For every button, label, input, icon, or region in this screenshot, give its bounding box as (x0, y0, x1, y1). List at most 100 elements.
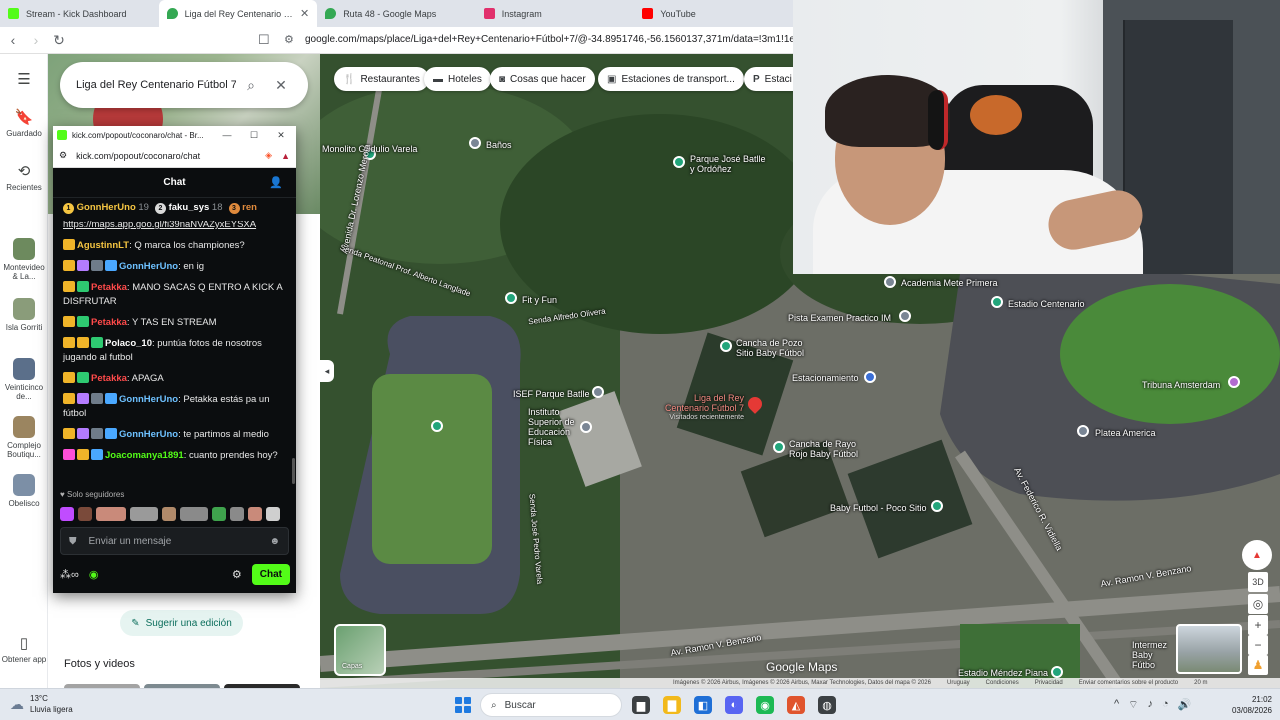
task-view-icon[interactable]: ▆ (632, 696, 650, 714)
poi-pin[interactable] (431, 420, 443, 432)
minimize-icon[interactable]: — (216, 130, 238, 140)
layers-button[interactable]: Capas (334, 624, 386, 676)
windows-start-icon[interactable] (455, 697, 471, 713)
chat-message[interactable]: Polaco_10: puntúa fotos de nosotros juga… (53, 334, 296, 369)
poi-pin[interactable] (899, 310, 911, 322)
emote-icon[interactable] (96, 507, 126, 521)
poi-label-parque[interactable]: Parque José Batlle y Ordóñez (690, 154, 770, 174)
rail-item-saved[interactable]: 🔖 Guardado (0, 108, 48, 138)
collapse-panel-button[interactable]: ◂ (320, 360, 334, 382)
tab-instagram[interactable]: Instagram (476, 0, 635, 27)
street-view-preview[interactable] (1176, 624, 1242, 674)
poi-label-cancha-rayo[interactable]: Cancha de Rayo Rojo Baby Fútbol (789, 439, 864, 459)
terms-link[interactable]: Condiciones (986, 680, 1019, 686)
chip-things-to-do[interactable]: ◙ Cosas que hacer (490, 67, 595, 91)
leaderboard-entry[interactable]: 3 ren (228, 202, 257, 214)
emote-icon[interactable] (60, 507, 74, 521)
poi-pin[interactable] (592, 386, 604, 398)
rail-item-recent-place[interactable]: Veinticinco de... (0, 358, 48, 401)
network-icon[interactable]: ⌔ (1128, 698, 1138, 712)
poi-pin[interactable] (1077, 425, 1089, 437)
chat-username[interactable]: Petakka (91, 282, 127, 293)
url-field[interactable]: google.com/maps/place/Liga+del+Rey+Cente… (305, 34, 793, 45)
store-icon[interactable]: ◧ (694, 696, 712, 714)
chat-username[interactable]: Petakka (91, 373, 127, 384)
tab-kick-dashboard[interactable]: Stream - Kick Dashboard (0, 0, 159, 27)
weather-widget[interactable]: ☁ 13°C Lluvia ligera (10, 693, 73, 715)
chat-username[interactable]: Petakka (91, 317, 127, 328)
brave-rewards-icon[interactable]: ▲ (281, 151, 290, 161)
back-icon[interactable]: ‹ (3, 32, 23, 48)
pegman-icon[interactable]: ♟ (1248, 655, 1268, 675)
emote-icon[interactable] (78, 507, 92, 521)
chat-message[interactable]: Petakka: Y TAS EN STREAM (53, 313, 296, 334)
selected-place-label[interactable]: Liga del Rey Centenario Fútbol 7 (662, 393, 744, 413)
chat-username[interactable]: GonnHerUno (119, 394, 178, 405)
chat-link[interactable]: https://maps.app.goo.gl/fi39naNVAZyxEYSX… (53, 221, 296, 236)
wifi-icon[interactable]: ◔ (1162, 698, 1169, 712)
poi-label-academia[interactable]: Academia Mete Primera (901, 278, 998, 288)
search-input[interactable]: Liga del Rey Centenario Fútbol 7 (76, 79, 236, 91)
chat-username[interactable]: GonnHerUno (119, 429, 178, 440)
site-info-icon[interactable]: ⚙ (284, 33, 294, 46)
poi-label-isef[interactable]: ISEF Parque Batlle (513, 389, 590, 399)
zoom-in-button[interactable]: + (1248, 615, 1268, 635)
settings-icon[interactable]: ⚙ (232, 568, 242, 581)
emote-icon[interactable] (130, 507, 158, 521)
poi-pin[interactable] (505, 292, 517, 304)
poi-label-fit[interactable]: Fit y Fun (522, 295, 557, 305)
maximize-icon[interactable]: ☐ (243, 130, 265, 141)
site-info-icon[interactable]: ⚙ (59, 150, 67, 161)
poi-label-mendez[interactable]: Estadio Méndez Piana (958, 668, 1048, 678)
get-app-button[interactable]: ▯ Obtener app (0, 634, 48, 664)
emote-icon[interactable] (248, 507, 262, 521)
poi-pin[interactable] (991, 296, 1003, 308)
emote-icon[interactable] (162, 507, 176, 521)
chip-hotels[interactable]: ▬ Hoteles (424, 67, 491, 91)
chat-username[interactable]: GonnHerUno (119, 261, 178, 272)
poi-label-banos[interactable]: Baños (486, 140, 512, 150)
taskbar-search[interactable]: ⌕ Buscar (480, 693, 622, 717)
chat-message-input[interactable]: ⛊ Enviar un mensaje ☻ (60, 527, 289, 555)
emote-icon[interactable] (266, 507, 280, 521)
menu-button[interactable]: ☰ (0, 70, 48, 91)
close-icon[interactable]: ✕ (266, 77, 296, 94)
users-icon[interactable]: 👤 (269, 176, 283, 189)
leaderboard-entry[interactable]: 1 GonnHerUno 19 (63, 202, 149, 214)
suggest-edit-button[interactable]: ✎ Sugerir una edición (120, 610, 243, 636)
rail-item-recent[interactable]: ⟲ Recientes (0, 162, 48, 192)
poi-label-estadio[interactable]: Estadio Centenario (1008, 299, 1085, 309)
chat-message[interactable]: GonnHerUno: en ig (53, 257, 296, 278)
privacy-link[interactable]: Privacidad (1035, 680, 1063, 686)
obs-icon[interactable]: ◍ (818, 696, 836, 714)
chip-transit[interactable]: ▣ Estaciones de transport... (598, 67, 744, 91)
poi-label-estacionamiento[interactable]: Estacionamiento (792, 373, 859, 383)
poi-pin[interactable] (720, 340, 732, 352)
poi-pin[interactable] (931, 500, 943, 512)
poi-pin[interactable] (884, 276, 896, 288)
region-link[interactable]: Uruguay (947, 680, 970, 686)
tab-ruta-48[interactable]: Ruta 48 - Google Maps (317, 0, 476, 27)
compass-icon[interactable]: ▲ (1242, 540, 1272, 570)
poi-pin[interactable] (580, 421, 592, 433)
rail-item-recent-place[interactable]: Montevideo & La... (0, 238, 48, 281)
zoom-out-button[interactable]: − (1248, 635, 1268, 655)
poi-label-cancha-pozo[interactable]: Cancha de Pozo Sitio Baby Fútbol (736, 338, 816, 358)
tab-youtube[interactable]: YouTube (634, 0, 793, 27)
chat-username[interactable]: Polaco_10 (105, 338, 152, 349)
close-icon[interactable]: ✕ (270, 130, 292, 141)
send-chat-button[interactable]: Chat (251, 563, 290, 585)
points-icon[interactable]: ⁂∞ (60, 568, 79, 581)
poi-label-instituto[interactable]: Instituto Superior de Educación Física (528, 407, 578, 447)
volume-icon[interactable]: 🔊 (1178, 698, 1192, 712)
rail-item-recent-place[interactable]: Isla Gorriti (0, 298, 48, 332)
chat-message[interactable]: AgustinnLT: Q marca los championes? (53, 236, 296, 257)
feedback-link[interactable]: Enviar comentarios sobre el producto (1079, 680, 1178, 686)
poi-label-pista[interactable]: Pista Examen Practico IM (788, 313, 891, 323)
brave-shield-icon[interactable]: ◈ (265, 150, 272, 161)
bookmark-icon[interactable]: ☐ (258, 32, 270, 48)
tilt-3d-button[interactable]: 3D (1248, 572, 1268, 592)
poi-pin[interactable] (469, 137, 481, 149)
poi-label-platea[interactable]: Platea America (1095, 428, 1156, 438)
emote-icon[interactable] (180, 507, 208, 521)
